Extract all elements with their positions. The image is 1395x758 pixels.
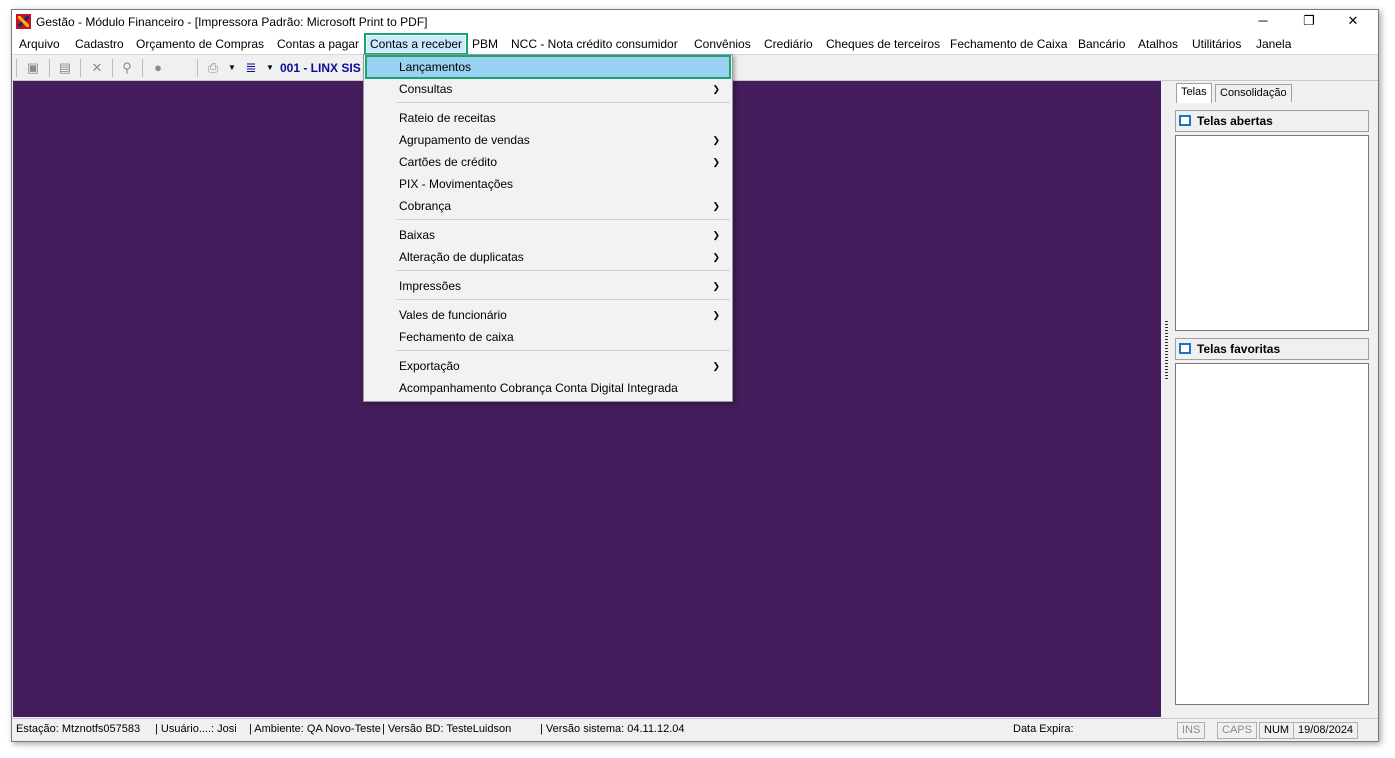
windows-icon <box>1179 115 1191 126</box>
window-title: Gestão - Módulo Financeiro - [Impressora… <box>36 15 428 29</box>
delete-icon[interactable]: ✕ <box>90 61 104 75</box>
menu-fechamento-caixa[interactable]: Fechamento de Caixa <box>947 36 1070 52</box>
open-screens-list[interactable] <box>1175 135 1369 331</box>
toolbar-separator <box>49 59 50 77</box>
menu-arquivo[interactable]: Arquivo <box>16 36 63 52</box>
menu-crediario[interactable]: Crediário <box>761 36 816 52</box>
status-date: 19/08/2024 <box>1293 722 1359 739</box>
toolbar-separator <box>16 59 17 77</box>
open-screens-header[interactable]: Telas abertas <box>1175 110 1369 132</box>
menu-bar: Arquivo Cadastro Orçamento de Compras Co… <box>12 33 1378 55</box>
printer-dropdown-icon[interactable]: ▼ <box>225 61 239 75</box>
menu-item-alteracao-duplicatas[interactable]: Alteração de duplicatas ❯ <box>366 246 730 268</box>
splitter-grip[interactable] <box>1165 321 1168 379</box>
menu-janela[interactable]: Janela <box>1253 36 1294 52</box>
title-bar: Gestão - Módulo Financeiro - [Impressora… <box>12 10 1378 34</box>
menu-item-impressoes[interactable]: Impressões ❯ <box>366 275 730 297</box>
menu-contas-receber[interactable]: Contas a receber <box>363 33 469 55</box>
favorite-screens-list[interactable] <box>1175 363 1369 705</box>
menu-item-cobranca[interactable]: Cobrança ❯ <box>366 195 730 217</box>
contas-receber-dropdown: Lançamentos Consultas ❯ Rateio de receita… <box>363 54 733 402</box>
status-ambiente: | Ambiente: QA Novo-Teste <box>249 723 381 735</box>
submenu-arrow-icon: ❯ <box>712 135 720 145</box>
restore-button[interactable]: ❐ <box>1286 10 1332 34</box>
menu-separator <box>396 219 730 220</box>
status-ins: INS <box>1177 722 1206 739</box>
close-button[interactable]: ✕ <box>1330 10 1376 34</box>
menu-cheques-terceiros[interactable]: Cheques de terceiros <box>823 36 943 52</box>
toolbar-separator <box>80 59 81 77</box>
menu-item-baixas[interactable]: Baixas ❯ <box>366 224 730 246</box>
menu-item-lancamentos[interactable]: Lançamentos <box>365 55 731 79</box>
tab-consolidacao[interactable]: Consolidação <box>1215 84 1292 102</box>
favorite-screens-header[interactable]: Telas favoritas <box>1175 338 1369 360</box>
menu-item-vales-funcionario[interactable]: Vales de funcionário ❯ <box>366 304 730 326</box>
menu-separator <box>396 299 730 300</box>
menu-separator <box>396 270 730 271</box>
menu-item-consultas[interactable]: Consultas ❯ <box>366 78 730 100</box>
menu-convenios[interactable]: Convênios <box>691 36 754 52</box>
submenu-arrow-icon: ❯ <box>712 361 720 371</box>
menu-item-fechamento-caixa[interactable]: Fechamento de caixa <box>366 326 730 348</box>
menu-separator <box>396 102 730 103</box>
printer-icon[interactable]: ⎙ <box>206 61 220 75</box>
favorite-screens-label: Telas favoritas <box>1197 342 1281 356</box>
minimize-button[interactable]: ─ <box>1240 10 1286 34</box>
company-selector[interactable]: 001 - LINX SIS <box>280 61 361 75</box>
toolbar-separator <box>197 59 198 77</box>
paste-icon[interactable]: ▤ <box>58 61 72 75</box>
menu-item-pix-movimentacoes[interactable]: PIX - Movimentações <box>366 173 730 195</box>
menu-cadastro[interactable]: Cadastro <box>72 36 127 52</box>
status-usuario: | Usuário....: Josi <box>155 723 237 735</box>
submenu-arrow-icon: ❯ <box>712 310 720 320</box>
status-caps: CAPS <box>1217 722 1257 739</box>
status-versao-bd: | Versão BD: TesteLuidson <box>382 723 512 735</box>
tab-telas[interactable]: Telas <box>1176 83 1212 103</box>
menu-atalhos[interactable]: Atalhos <box>1135 36 1181 52</box>
submenu-arrow-icon: ❯ <box>712 201 720 211</box>
toolbar-separator <box>112 59 113 77</box>
menu-item-agrupamento-vendas[interactable]: Agrupamento de vendas ❯ <box>366 129 730 151</box>
menu-bancario[interactable]: Bancário <box>1075 36 1128 52</box>
windows-icon <box>1179 343 1191 354</box>
menu-ncc[interactable]: NCC - Nota crédito consumidor <box>508 36 681 52</box>
menu-orcamento-compras[interactable]: Orçamento de Compras <box>133 36 267 52</box>
search-icon[interactable]: ⚲ <box>120 61 134 75</box>
copy-icon[interactable]: ▣ <box>26 61 40 75</box>
menu-item-rateio-receitas[interactable]: Rateio de receitas <box>366 107 730 129</box>
menu-item-cartoes-credito[interactable]: Cartões de crédito ❯ <box>366 151 730 173</box>
submenu-arrow-icon: ❯ <box>712 252 720 262</box>
panel-splitter[interactable] <box>1162 81 1172 717</box>
company-list-icon[interactable]: ≣ <box>244 61 258 75</box>
menu-item-acompanhamento-cobranca[interactable]: Acompanhamento Cobrança Conta Digital In… <box>366 377 730 399</box>
status-num: NUM <box>1259 722 1295 739</box>
menu-contas-pagar[interactable]: Contas a pagar <box>274 36 362 52</box>
record-icon[interactable]: ● <box>151 61 165 75</box>
right-panel: Telas Consolidação Telas abertas Telas f… <box>1172 81 1378 717</box>
status-data-expira: Data Expira: <box>1013 723 1074 735</box>
status-estacao: Estação: Mtznotfs057583 <box>16 723 141 735</box>
open-screens-label: Telas abertas <box>1197 114 1273 128</box>
submenu-arrow-icon: ❯ <box>712 281 720 291</box>
menu-pbm[interactable]: PBM <box>469 36 501 52</box>
toolbar-separator <box>142 59 143 77</box>
status-bar: Estação: Mtznotfs057583 | Usuário....: J… <box>12 718 1378 741</box>
submenu-arrow-icon: ❯ <box>712 84 720 94</box>
status-versao-sistema: | Versão sistema: 04.11.12.04 <box>540 723 685 735</box>
app-logo-icon <box>16 14 31 29</box>
menu-separator <box>396 350 730 351</box>
submenu-arrow-icon: ❯ <box>712 157 720 167</box>
menu-item-exportacao[interactable]: Exportação ❯ <box>366 355 730 377</box>
submenu-arrow-icon: ❯ <box>712 230 720 240</box>
menu-utilitarios[interactable]: Utilitários <box>1189 36 1244 52</box>
company-dropdown-icon[interactable]: ▼ <box>263 61 277 75</box>
